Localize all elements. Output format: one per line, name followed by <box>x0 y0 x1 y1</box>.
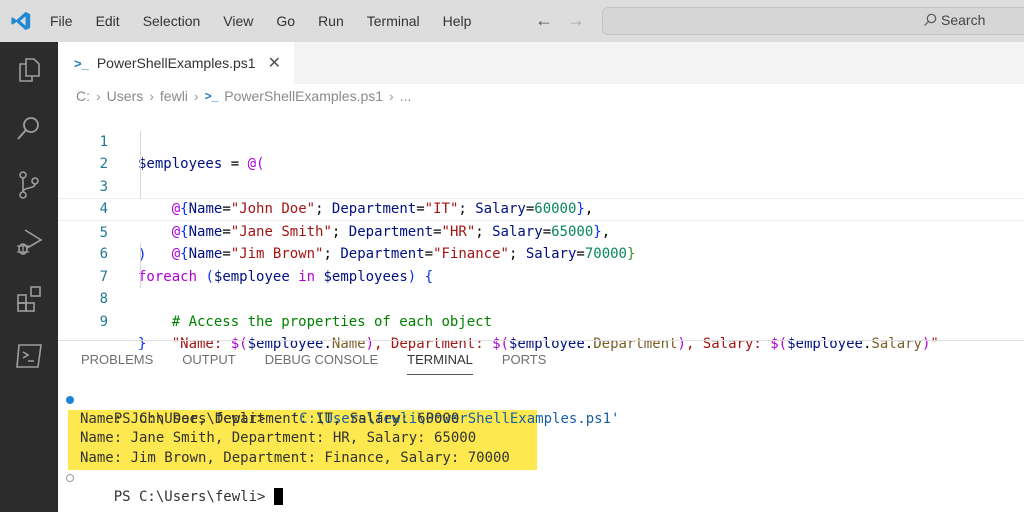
terminal-icon[interactable] <box>13 340 45 372</box>
tab-output[interactable]: OUTPUT <box>182 352 235 375</box>
code-editor[interactable]: 1 $employees = @( 2 @{Name="John Doe"; D… <box>58 108 1024 353</box>
breadcrumb: C: › Users › fewli › >_ PowerShellExampl… <box>76 88 411 104</box>
editor-tabs-bar: >_ PowerShellExamples.ps1 ✕ <box>58 42 1024 84</box>
tab-ports[interactable]: PORTS <box>502 352 547 375</box>
panel-divider <box>58 340 1024 341</box>
powershell-icon: >_ <box>204 89 219 103</box>
menu-go[interactable]: Go <box>276 13 295 29</box>
search-icon[interactable] <box>13 112 45 144</box>
menu-file[interactable]: File <box>50 13 73 29</box>
code-line: 8 "Name: $($employee.Name), Department: … <box>58 265 1024 352</box>
terminal-output-line: Name: Jim Brown, Department: Finance, Sa… <box>80 449 510 466</box>
search-label: Search <box>941 12 986 28</box>
breadcrumb-item[interactable]: Users <box>107 88 144 104</box>
command-pending-dot-icon <box>66 474 74 482</box>
code-comment: # Access the properties of each object <box>171 313 493 330</box>
search-icon <box>924 13 937 26</box>
powershell-icon: >_ <box>74 55 89 71</box>
code-line: 3 @{Name="Jane Smith"; Department="HR"; … <box>58 153 1024 240</box>
chevron-right-icon: › <box>389 88 394 104</box>
menu-view[interactable]: View <box>223 13 253 29</box>
chevron-right-icon: › <box>149 88 154 104</box>
code-line: 2 @{Name="John Doe"; Department="IT"; Sa… <box>58 130 1024 217</box>
terminal-prompt: PS C:\Users\fewli> <box>113 488 274 505</box>
terminal-output-line: Name: Jane Smith, Department: HR, Salary… <box>80 430 477 446</box>
code-line: 9 } <box>58 288 1024 353</box>
tab-terminal[interactable]: TERMINAL <box>407 352 473 375</box>
code-line-current: 5 ) <box>58 198 1024 263</box>
menu-selection[interactable]: Selection <box>143 13 201 29</box>
tab-debug-console[interactable]: DEBUG CONSOLE <box>265 352 378 375</box>
command-center-search[interactable]: Search <box>602 7 1024 35</box>
panel-tabs: PROBLEMS OUTPUT DEBUG CONSOLE TERMINAL P… <box>58 352 552 375</box>
tab-problems[interactable]: PROBLEMS <box>81 352 153 375</box>
extensions-icon[interactable] <box>13 283 45 315</box>
code-line: 6 foreach ($employee in $employees) { <box>58 221 1024 285</box>
terminal-prompt-line: PS C:\Users\fewli> <box>58 468 1024 505</box>
forward-arrow-icon[interactable]: → <box>567 10 585 31</box>
breadcrumb-item[interactable]: C: <box>76 88 90 104</box>
line-number: 9 <box>99 313 108 330</box>
breadcrumb-item[interactable]: PowerShellExamples.ps1 <box>224 88 383 104</box>
code-line: 4 @{Name="Jim Brown"; Department="Financ… <box>58 175 1024 262</box>
tab-label: PowerShellExamples.ps1 <box>96 55 256 71</box>
run-debug-icon[interactable] <box>13 226 45 258</box>
terminal-output-line: Name: John Doe, Department: IT, Salary: … <box>80 410 460 427</box>
menu-help[interactable]: Help <box>443 13 472 29</box>
vscode-logo-icon <box>11 11 31 31</box>
chevron-right-icon: › <box>96 88 101 104</box>
menu-bar: File Edit Selection View Go Run Terminal… <box>50 13 494 29</box>
code-line: 7 # Access the properties of each object <box>58 243 1024 330</box>
chevron-right-icon: › <box>193 88 199 104</box>
title-bar: File Edit Selection View Go Run Terminal… <box>0 0 1024 42</box>
menu-run[interactable]: Run <box>318 13 344 29</box>
activity-bar <box>0 42 58 512</box>
terminal[interactable]: PS C:\Users\fewli> . 'C:\Users\fewli\Pow… <box>58 390 1024 505</box>
source-control-icon[interactable] <box>13 169 45 201</box>
menu-edit[interactable]: Edit <box>96 13 120 29</box>
close-icon[interactable]: ✕ <box>268 53 281 73</box>
breadcrumb-item[interactable]: ... <box>400 88 412 104</box>
command-success-dot-icon <box>66 396 74 404</box>
menu-terminal[interactable]: Terminal <box>367 13 420 29</box>
breadcrumb-item[interactable]: fewli <box>160 88 188 104</box>
terminal-command-line: PS C:\Users\fewli> . 'C:\Users\fewli\Pow… <box>58 390 1024 427</box>
code-line: 1 $employees = @( <box>58 108 1024 173</box>
tab-powershell-examples[interactable]: >_ PowerShellExamples.ps1 ✕ <box>58 42 294 84</box>
explorer-icon[interactable] <box>13 54 45 86</box>
back-arrow-icon[interactable]: ← <box>535 10 553 31</box>
terminal-cursor <box>273 488 283 505</box>
